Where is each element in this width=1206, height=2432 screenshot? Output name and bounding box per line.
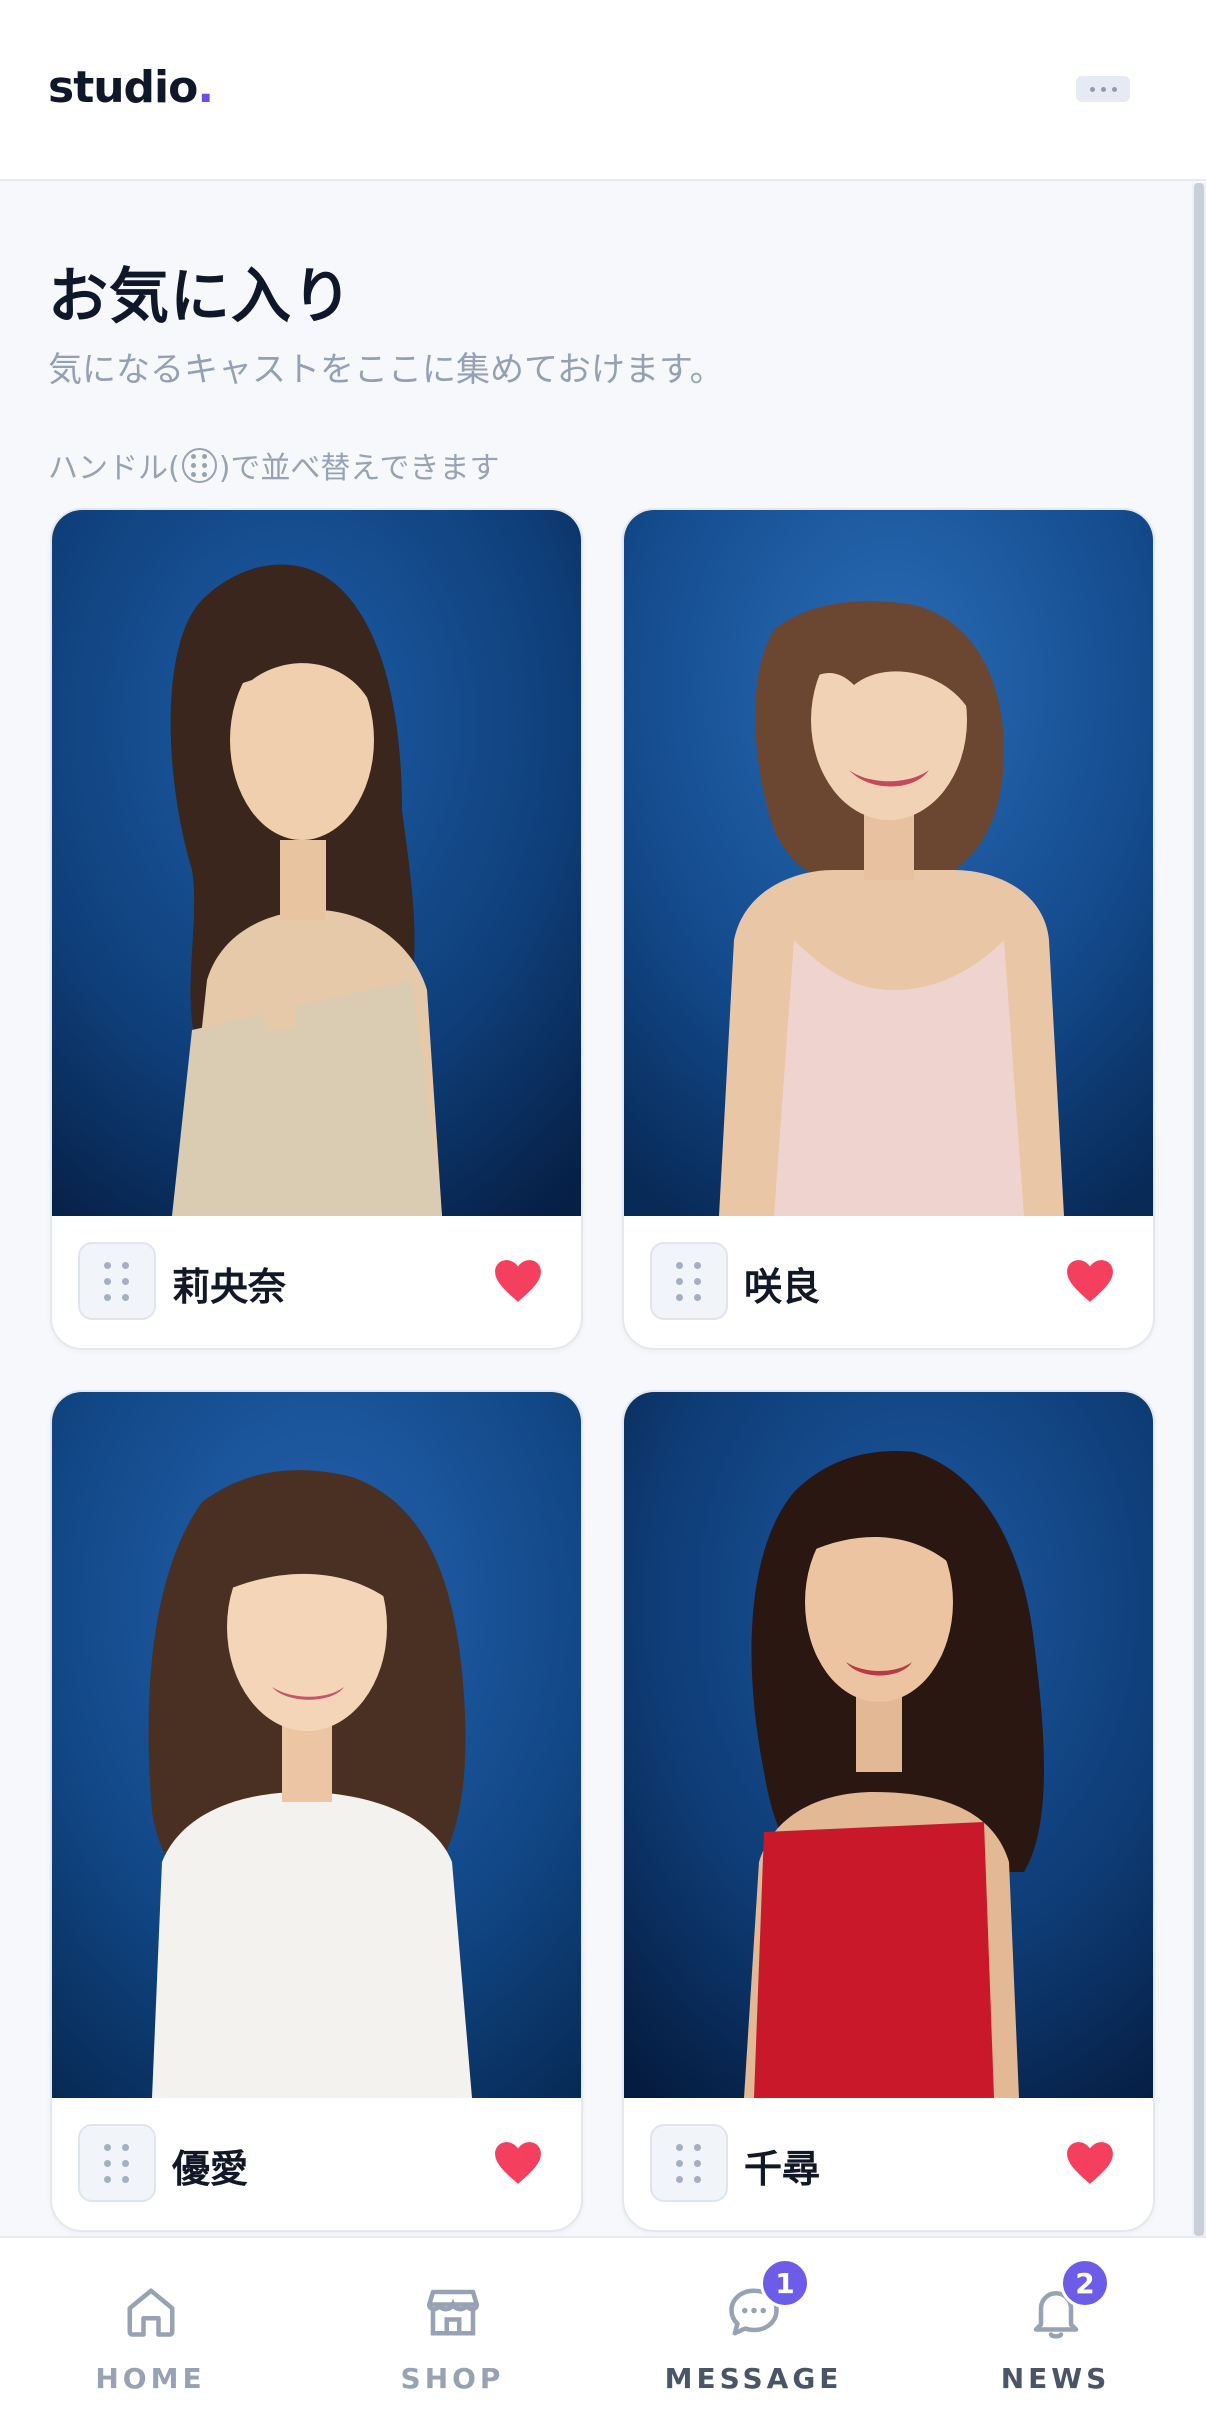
hint-text-start: ハンドル( [48, 451, 180, 486]
cast-photo[interactable] [52, 1392, 581, 2098]
nav-news[interactable]: 2 NEWS [905, 2238, 1206, 2432]
heart-icon[interactable] [1065, 2140, 1115, 2186]
news-badge: 2 [1060, 2258, 1110, 2308]
top-bar: studio. [0, 0, 1206, 181]
drag-handle[interactable] [78, 1242, 156, 1320]
scrollbar-thumb[interactable] [1194, 183, 1204, 2236]
cast-name[interactable]: 莉央奈 [172, 1256, 286, 1311]
heart-icon[interactable] [493, 1258, 543, 1304]
more-dots-icon [1089, 86, 1095, 92]
more-menu-button[interactable] [1076, 76, 1130, 102]
cast-photo[interactable] [624, 1392, 1153, 2098]
card-footer: 千尋 [624, 2098, 1153, 2230]
studio-logo[interactable]: studio. [48, 62, 214, 113]
reorder-hint: ハンドル( )で並べ替えできます [48, 443, 500, 487]
nav-label-home: HOME [95, 2362, 206, 2395]
drag-handle-icon [181, 447, 217, 483]
portrait-illustration [624, 510, 1153, 1216]
cast-name[interactable]: 千尋 [744, 2138, 820, 2193]
nav-label-message: MESSAGE [664, 2362, 843, 2395]
hint-text-end: )で並べ替えできます [218, 451, 500, 486]
drag-handle[interactable] [650, 1242, 728, 1320]
page-title: お気に入り [48, 262, 353, 332]
cast-card[interactable]: 千尋 [622, 1390, 1155, 2232]
cast-name[interactable]: 咲良 [744, 1256, 820, 1311]
cast-photo[interactable] [624, 510, 1153, 1216]
nav-label-news: NEWS [1000, 2362, 1111, 2395]
message-badge: 1 [760, 2258, 810, 2308]
more-dot [1111, 86, 1117, 92]
drag-handle[interactable] [78, 2124, 156, 2202]
logo-dot: . [197, 62, 214, 113]
logo-text: studio [48, 62, 198, 113]
bottom-nav: HOME SHOP 1 MESSAGE 2 NEWS [0, 2236, 1206, 2432]
app-root: studio. お気に入り 気になるキャストをここに集めておけます。 ハンドル(… [0, 0, 1206, 2432]
nav-message[interactable]: 1 MESSAGE [603, 2238, 904, 2432]
heart-icon[interactable] [493, 2140, 543, 2186]
home-icon [127, 2288, 174, 2337]
portrait-illustration [52, 1392, 581, 2098]
nav-shop[interactable]: SHOP [302, 2238, 603, 2432]
card-footer: 莉央奈 [52, 1216, 581, 1348]
cast-photo[interactable] [52, 510, 581, 1216]
page-subtitle: 気になるキャストをここに集めておけます。 [48, 350, 724, 390]
cast-card[interactable]: 莉央奈 [50, 508, 583, 1350]
more-dot [1100, 86, 1106, 92]
cast-card[interactable]: 優愛 [50, 1390, 583, 2232]
heart-icon[interactable] [1065, 1258, 1115, 1304]
drag-handle[interactable] [650, 2124, 728, 2202]
nav-label-shop: SHOP [400, 2362, 505, 2395]
card-footer: 咲良 [624, 1216, 1153, 1348]
shop-icon [426, 2289, 479, 2336]
card-footer: 優愛 [52, 2098, 581, 2230]
portrait-illustration [624, 1392, 1153, 2098]
cast-card[interactable]: 咲良 [622, 508, 1155, 1350]
cast-name[interactable]: 優愛 [172, 2138, 248, 2193]
portrait-illustration [52, 510, 581, 1216]
nav-home[interactable]: HOME [0, 2238, 301, 2432]
